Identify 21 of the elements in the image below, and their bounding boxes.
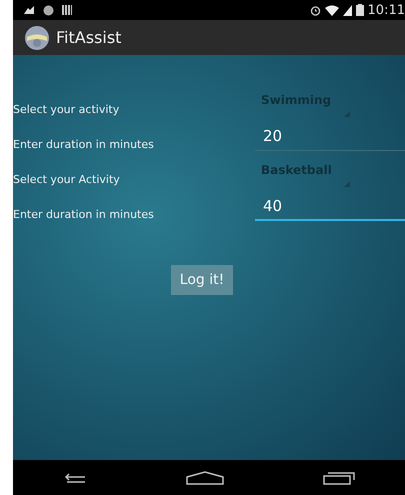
barcode-icon <box>62 5 72 15</box>
signal-icon <box>342 4 352 16</box>
clock-time: 10:11 <box>368 2 405 18</box>
globe-icon <box>43 4 54 16</box>
wifi-icon <box>324 4 339 16</box>
activity-spinner[interactable]: Basketball <box>255 159 405 195</box>
field-label: Enter duration in minutes <box>13 136 155 150</box>
app-title: FitAssist <box>56 28 122 47</box>
field-label: Select your activity <box>13 102 120 116</box>
app-logo-icon <box>25 26 49 50</box>
alarm-icon <box>310 4 321 16</box>
duration-input[interactable]: 20 <box>255 127 405 151</box>
field-label: Select your Activity <box>13 172 121 186</box>
duration-input[interactable]: 40 <box>255 197 405 221</box>
notification-icon <box>23 5 35 15</box>
home-icon[interactable] <box>186 470 224 484</box>
field-label: Enter duration in minutes <box>13 206 155 220</box>
back-icon[interactable] <box>62 472 87 484</box>
recent-apps-icon[interactable] <box>323 470 356 484</box>
battery-icon <box>356 4 364 16</box>
log-button[interactable]: Log it! <box>170 265 234 295</box>
